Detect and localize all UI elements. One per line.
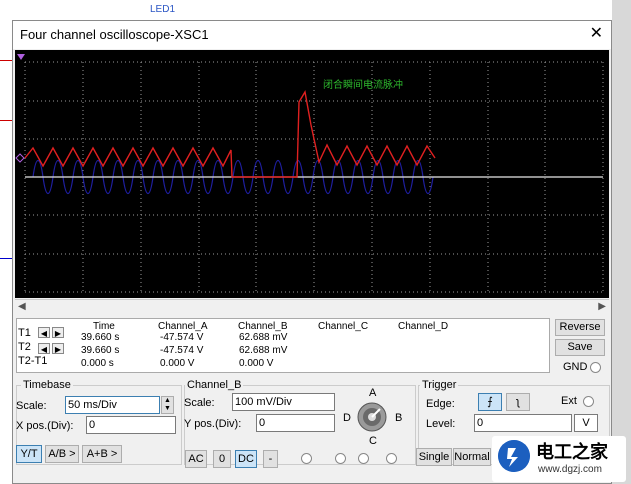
falling-edge-icon[interactable]: ʅ <box>506 393 530 411</box>
screen-background <box>15 50 609 298</box>
title-bar[interactable]: Four channel oscilloscope-XSC1 ✕ <box>13 21 611 49</box>
header-channel-b: Channel_B <box>238 321 288 332</box>
channel-ypos-label: Y pos.(Div): <box>184 418 242 430</box>
oscilloscope-window: Four channel oscilloscope-XSC1 ✕ 闭合瞬间电流脉… <box>12 20 612 484</box>
pulse-annotation: 闭合瞬间电流脉冲 <box>323 78 403 91</box>
normal-button[interactable]: Normal <box>453 448 491 466</box>
dc-button[interactable]: DC <box>235 450 257 468</box>
channel-radio-2[interactable] <box>335 453 346 464</box>
apb-button[interactable]: A+B > <box>82 445 122 463</box>
trigger-level-label: Level: <box>426 418 456 430</box>
background-schematic-left <box>0 0 12 484</box>
background-label: LED1 <box>150 4 176 15</box>
background-schematic-top: LED1 <box>0 0 612 20</box>
yt-button[interactable]: Y/T <box>16 445 42 463</box>
channel-scale-label: Scale: <box>184 397 215 409</box>
t2-time: 39.660 s <box>81 345 120 356</box>
window-title: Four channel oscilloscope-XSC1 <box>20 27 209 42</box>
t2-channel-b: 62.688 mV <box>239 345 288 356</box>
background-panel-right <box>612 0 631 484</box>
trigger-ext-label: Ext <box>561 395 577 407</box>
timebase-scale-label: Scale: <box>16 400 47 412</box>
gnd-radio[interactable] <box>590 362 601 373</box>
knob-label-b: B <box>395 412 403 424</box>
t1-channel-b: 62.688 mV <box>239 332 288 343</box>
channel-scale-input[interactable]: 100 mV/Div <box>232 393 335 411</box>
dt-time: 0.000 s <box>81 358 114 369</box>
row-label-t2: T2 <box>18 341 31 353</box>
scroll-left-icon[interactable]: ◀ <box>18 301 26 312</box>
rising-edge-icon[interactable]: ⨍ <box>478 393 502 411</box>
knob-label-a: A <box>369 387 377 399</box>
t2-right-arrow-icon[interactable]: ▶ <box>52 343 64 354</box>
watermark-url: www.dgzj.com <box>538 464 602 475</box>
channel-ypos-input[interactable]: 0 <box>256 414 335 432</box>
ac-button[interactable]: AC <box>185 450 207 468</box>
header-channel-d: Channel_D <box>398 321 449 332</box>
row-label-t1: T1 <box>18 327 31 339</box>
header-time: Time <box>93 321 115 332</box>
t1-right-arrow-icon[interactable]: ▶ <box>52 327 64 338</box>
horizontal-scrollbar[interactable]: ◀ ▶ <box>15 299 609 316</box>
trigger-edge-label: Edge: <box>426 398 455 410</box>
watermark: 电工之家 www.dgzj.com <box>492 436 626 482</box>
header-channel-a: Channel_A <box>158 321 208 332</box>
t1-channel-a: -47.574 V <box>160 332 204 343</box>
reverse-button[interactable]: Reverse <box>555 319 605 336</box>
gnd-label: GND <box>563 361 588 373</box>
knob-label-d: D <box>343 412 351 424</box>
scroll-right-icon[interactable]: ▶ <box>598 301 606 312</box>
timebase-xpos-input[interactable]: 0 <box>86 416 176 434</box>
row-label-t2-t1: T2-T1 <box>18 355 48 367</box>
watermark-title: 电工之家 <box>536 442 608 462</box>
channel-selector-knob[interactable]: A B C D <box>343 387 402 455</box>
ext-radio[interactable] <box>583 396 594 407</box>
dt-channel-a: 0.000 V <box>160 358 195 369</box>
knob-label-c: C <box>369 435 377 447</box>
zero-button[interactable]: 0 <box>213 450 231 468</box>
timebase-xpos-label: X pos.(Div): <box>16 420 74 432</box>
trigger-level-input[interactable]: 0 <box>474 414 572 432</box>
single-button[interactable]: Single <box>416 448 452 466</box>
minus-button[interactable]: - <box>263 450 278 468</box>
dt-channel-b: 0.000 V <box>239 358 274 369</box>
timebase-spinner-icon[interactable]: ▲ ▼ <box>161 396 174 414</box>
save-button[interactable]: Save <box>555 339 605 356</box>
channel-title: Channel_B <box>185 379 244 391</box>
t2-left-arrow-icon[interactable]: ◀ <box>38 343 50 354</box>
close-icon[interactable]: ✕ <box>590 25 603 43</box>
channel-radio-1[interactable] <box>301 453 312 464</box>
ab-button[interactable]: A/B > <box>45 445 79 463</box>
oscilloscope-screen: 闭合瞬间电流脉冲 <box>15 50 609 298</box>
cursor-readout-table: T1 T2 T2-T1 ◀ ▶ ◀ ▶ Time Channel_A Chann… <box>16 318 550 373</box>
knob-dial-icon[interactable] <box>356 401 388 433</box>
watermark-logo-icon <box>498 440 530 472</box>
timebase-title: Timebase <box>21 379 73 391</box>
trigger-level-unit[interactable]: V <box>574 414 598 432</box>
timebase-scale-input[interactable]: 50 ms/Div <box>65 396 160 414</box>
trigger-title: Trigger <box>420 379 459 391</box>
t1-time: 39.660 s <box>81 332 120 343</box>
t1-left-arrow-icon[interactable]: ◀ <box>38 327 50 338</box>
header-channel-c: Channel_C <box>318 321 369 332</box>
t2-channel-a: -47.574 V <box>160 345 204 356</box>
